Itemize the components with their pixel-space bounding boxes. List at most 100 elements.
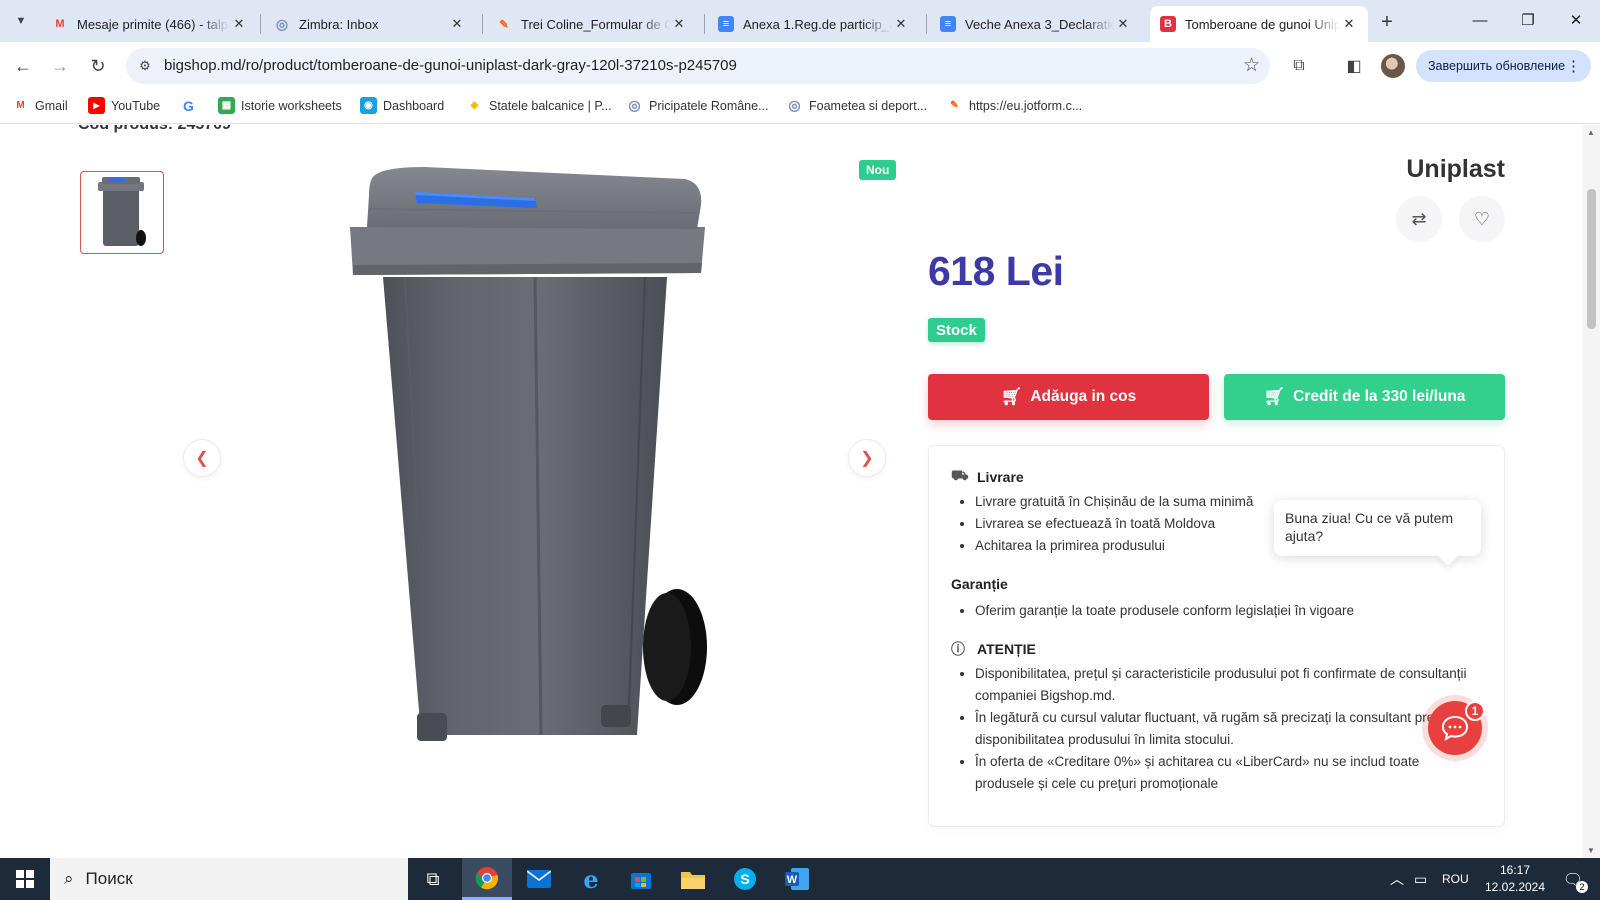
windows-taskbar: ⌕ Поиск ⧉ e S W ︿ ▭ ROU 16:17 12.02.2024… bbox=[0, 858, 1600, 900]
tab-bigshop-active[interactable]: B Tomberoane de gunoi Uniplast ✕ bbox=[1150, 6, 1368, 42]
taskbar-skype[interactable]: S bbox=[720, 858, 770, 900]
google-icon: G bbox=[183, 97, 194, 114]
scrollbar-thumb[interactable] bbox=[1587, 189, 1596, 329]
close-tab-icon[interactable]: ✕ bbox=[230, 16, 248, 32]
taskbar-word[interactable]: W bbox=[772, 858, 822, 900]
update-browser-button[interactable]: Завершить обновление ⋮ bbox=[1416, 50, 1591, 82]
mail-icon bbox=[527, 870, 551, 888]
windows-logo-icon bbox=[16, 870, 34, 888]
wishlist-button[interactable]: ♡ bbox=[1459, 196, 1505, 242]
taskbar-store[interactable] bbox=[616, 858, 666, 900]
restore-button[interactable]: ❐ bbox=[1504, 0, 1552, 40]
svg-text:W: W bbox=[787, 874, 798, 886]
task-view-button[interactable]: ⧉ bbox=[408, 858, 458, 900]
arrow-left-icon: ← bbox=[14, 55, 32, 76]
tab-anexa-3[interactable]: ≡ Veche Anexa 3_Declaratie ✕ bbox=[930, 6, 1142, 42]
extensions-button[interactable]: ⧉ bbox=[1285, 52, 1313, 80]
list-item: Oferim garanție la toate produsele confo… bbox=[975, 600, 1354, 622]
bookmark-istorie[interactable]: ▦ Istorie worksheets bbox=[218, 97, 342, 114]
browser-toolbar: ← → ↻ ⚙ bigshop.md/ro/product/tomberoane… bbox=[0, 42, 1600, 90]
cart-icon: 🛒︎ bbox=[1000, 387, 1023, 406]
tab-anexa-1[interactable]: ≡ Anexa 1.Reg.de particip_ap ✕ bbox=[708, 6, 920, 42]
add-to-cart-button[interactable]: 🛒︎ Adăuga in cos bbox=[928, 374, 1209, 420]
taskbar-chrome[interactable] bbox=[462, 858, 512, 900]
close-tab-icon[interactable]: ✕ bbox=[1340, 16, 1358, 32]
bookmark-pricipatele[interactable]: ◎ Pricipatele Române... bbox=[626, 97, 768, 114]
taskbar-file-explorer[interactable] bbox=[668, 858, 718, 900]
taskbar-edge[interactable]: e bbox=[566, 858, 616, 900]
bookmark-google[interactable]: G bbox=[180, 97, 203, 114]
battery-indicator[interactable]: ▭ bbox=[1414, 858, 1427, 900]
tray-overflow-button[interactable]: ︿ bbox=[1390, 858, 1404, 900]
tab-jotform[interactable]: ✎ Trei Coline_Formular de Ce ✕ bbox=[486, 6, 698, 42]
url-text[interactable]: bigshop.md/ro/product/tomberoane-de-guno… bbox=[164, 57, 737, 74]
system-clock[interactable]: 16:17 12.02.2024 bbox=[1475, 862, 1555, 896]
scroll-down-icon[interactable]: ▼ bbox=[1587, 846, 1595, 855]
notification-center-button[interactable]: 🗨︎ 2 bbox=[1555, 866, 1591, 894]
page-scrollbar[interactable]: ▲ ▼ bbox=[1583, 125, 1600, 858]
reload-button[interactable]: ↻ bbox=[84, 52, 112, 80]
update-button-label: Завершить обновление bbox=[1428, 59, 1566, 73]
chat-greeting-bubble[interactable]: Buna ziua! Cu ce vă putem ajuta? bbox=[1274, 500, 1481, 556]
side-panel-button[interactable]: ◧ bbox=[1340, 52, 1368, 80]
profile-avatar[interactable] bbox=[1381, 54, 1405, 78]
bookmark-star-icon[interactable]: ☆ bbox=[1243, 54, 1260, 77]
close-tab-icon[interactable]: ✕ bbox=[892, 16, 910, 32]
minimize-button[interactable]: — bbox=[1456, 0, 1504, 40]
page-content: Cod produs: 245709 ❮ ❯ bbox=[0, 125, 1583, 858]
edge-icon: e bbox=[583, 864, 599, 894]
folder-icon bbox=[681, 872, 705, 889]
address-bar[interactable]: ⚙ bigshop.md/ro/product/tomberoane-de-gu… bbox=[126, 48, 1270, 84]
tab-search-chevron-icon[interactable]: ▼ bbox=[8, 8, 34, 34]
tab-separator bbox=[926, 14, 927, 34]
search-placeholder: Поиск bbox=[85, 869, 133, 888]
warranty-list: Oferim garanție la toate produsele confo… bbox=[975, 600, 1354, 622]
brand-name[interactable]: Uniplast bbox=[1406, 155, 1505, 184]
bookmark-dashboard[interactable]: ◉ Dashboard bbox=[360, 97, 444, 114]
chat-greeting-text: Buna ziua! Cu ce vă putem ajuta? bbox=[1285, 510, 1454, 544]
close-tab-icon[interactable]: ✕ bbox=[670, 16, 688, 32]
new-badge: Nou bbox=[859, 160, 897, 180]
scroll-up-icon[interactable]: ▲ bbox=[1587, 128, 1595, 137]
new-tab-button[interactable]: + bbox=[1374, 9, 1400, 35]
bookmark-jotform[interactable]: ✎ https://eu.jotform.c... bbox=[946, 97, 1082, 114]
docs-icon: ≡ bbox=[718, 16, 734, 32]
close-window-button[interactable]: ✕ bbox=[1552, 0, 1600, 40]
gallery-prev-button[interactable]: ❮ bbox=[183, 439, 221, 477]
word-icon: W bbox=[785, 868, 809, 890]
notification-count: 2 bbox=[1576, 881, 1588, 893]
site-settings-icon[interactable]: ⚙ bbox=[136, 57, 154, 75]
start-button[interactable] bbox=[0, 858, 50, 900]
forward-button[interactable]: → bbox=[46, 52, 74, 80]
bookmark-foametea[interactable]: ◎ Foametea si deport... bbox=[786, 97, 927, 114]
bookmark-youtube[interactable]: ▶ YouTube bbox=[88, 97, 160, 114]
product-code: Cod produs: 245709 bbox=[78, 125, 231, 134]
list-item: Disponibilitatea, prețul și caracteristi… bbox=[975, 663, 1475, 707]
more-menu-icon[interactable]: ⋮ bbox=[1566, 57, 1581, 75]
compare-button[interactable]: ⇄ bbox=[1396, 196, 1442, 242]
globe-icon: ◎ bbox=[275, 15, 289, 32]
close-tab-icon[interactable]: ✕ bbox=[448, 16, 466, 32]
close-tab-icon[interactable]: ✕ bbox=[1114, 16, 1132, 32]
truck-icon: ⛟ bbox=[951, 467, 969, 483]
tab-gmail[interactable]: M Mesaje primite (466) - talpă ✕ bbox=[42, 6, 258, 42]
chat-icon bbox=[1441, 715, 1469, 742]
add-to-cart-label: Adăuga in cos bbox=[1030, 388, 1137, 405]
gallery-next-button[interactable]: ❯ bbox=[848, 439, 886, 477]
language-indicator[interactable]: ROU bbox=[1442, 858, 1469, 900]
taskbar-mail[interactable] bbox=[514, 858, 564, 900]
list-item: În oferta de «Creditare 0%» și achitarea… bbox=[975, 751, 1475, 795]
chevron-left-icon: ❮ bbox=[195, 450, 209, 467]
clock-time: 16:17 bbox=[1499, 863, 1531, 877]
product-thumbnail[interactable] bbox=[80, 171, 164, 254]
back-button[interactable]: ← bbox=[9, 52, 37, 80]
tab-zimbra[interactable]: ◎ Zimbra: Inbox ✕ bbox=[264, 6, 476, 42]
trash-bin-product-image bbox=[350, 167, 707, 741]
puzzle-icon: ⧉ bbox=[1293, 57, 1305, 74]
list-item: Achitarea la primirea produsului bbox=[975, 535, 1253, 557]
taskbar-search[interactable]: ⌕ Поиск bbox=[50, 858, 408, 900]
bookmark-statele-balcanice[interactable]: ◈ Statele balcanice | P... bbox=[466, 97, 612, 114]
globe-icon: ◎ bbox=[628, 97, 641, 113]
bookmark-gmail[interactable]: M Gmail bbox=[12, 97, 67, 114]
credit-button[interactable]: 🛒︎ Credit de la 330 lei/luna bbox=[1224, 374, 1505, 420]
